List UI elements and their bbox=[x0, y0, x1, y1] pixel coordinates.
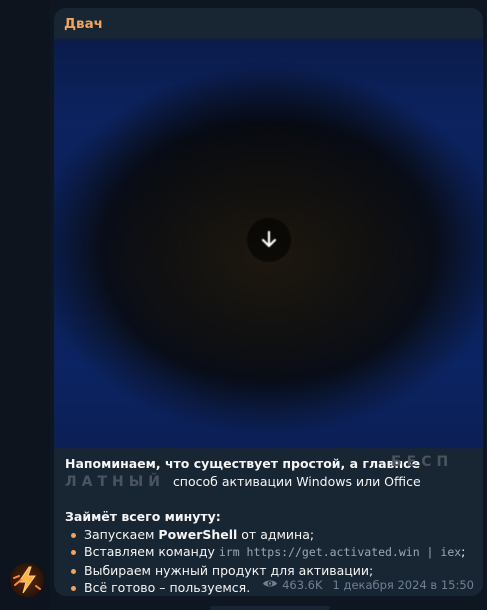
steps-subtitle: Займёт всего минуту: bbox=[65, 509, 221, 524]
download-button[interactable] bbox=[247, 218, 291, 262]
chat-left-gutter bbox=[0, 0, 50, 610]
step-text: Запускаем bbox=[84, 526, 159, 542]
step-text: ; bbox=[461, 544, 466, 559]
avatar[interactable] bbox=[10, 563, 44, 597]
watermark-text-2: ЛАТНЫЙ bbox=[65, 473, 165, 490]
eye-icon bbox=[262, 578, 278, 592]
watermark-text-1: БЕСП bbox=[391, 454, 454, 470]
step-text: Всё готово – пользуемся. bbox=[84, 580, 251, 595]
intro-text-1: Напоминаем, что существует простой, а гл… bbox=[65, 456, 421, 471]
media-preview[interactable] bbox=[54, 39, 483, 448]
sender-name[interactable]: Двач bbox=[64, 16, 103, 32]
list-item: Выбираем нужный продукт для активации; bbox=[65, 562, 477, 580]
step-bold-text: PowerShell bbox=[158, 526, 238, 542]
message-timestamp: 1 декабря 2024 в 15:50 bbox=[332, 578, 474, 592]
inline-code[interactable]: irm https://get.activated.win | iex bbox=[219, 545, 461, 559]
message-text: Напоминаем, что существует простой, а гл… bbox=[65, 454, 477, 596]
step-text: Выбираем нужный продукт для активации; bbox=[84, 562, 374, 578]
arrow-down-icon bbox=[261, 230, 277, 248]
message-meta: 463.6K 1 декабря 2024 в 15:50 bbox=[262, 578, 474, 592]
list-item: Вставляем команду irm https://get.activa… bbox=[65, 543, 477, 562]
step-text: от админа; bbox=[237, 526, 315, 542]
scroll-indicator bbox=[210, 606, 330, 610]
step-text: Вставляем команду bbox=[84, 544, 219, 559]
list-item: Запускаем PowerShell от админа; bbox=[65, 526, 477, 544]
lightning-icon bbox=[13, 566, 41, 594]
view-count: 463.6K bbox=[282, 578, 323, 592]
intro-text-2: способ активации Windows или Office bbox=[172, 473, 421, 489]
message-bubble[interactable]: Двач Напоминаем, что существует простой,… bbox=[54, 8, 483, 596]
